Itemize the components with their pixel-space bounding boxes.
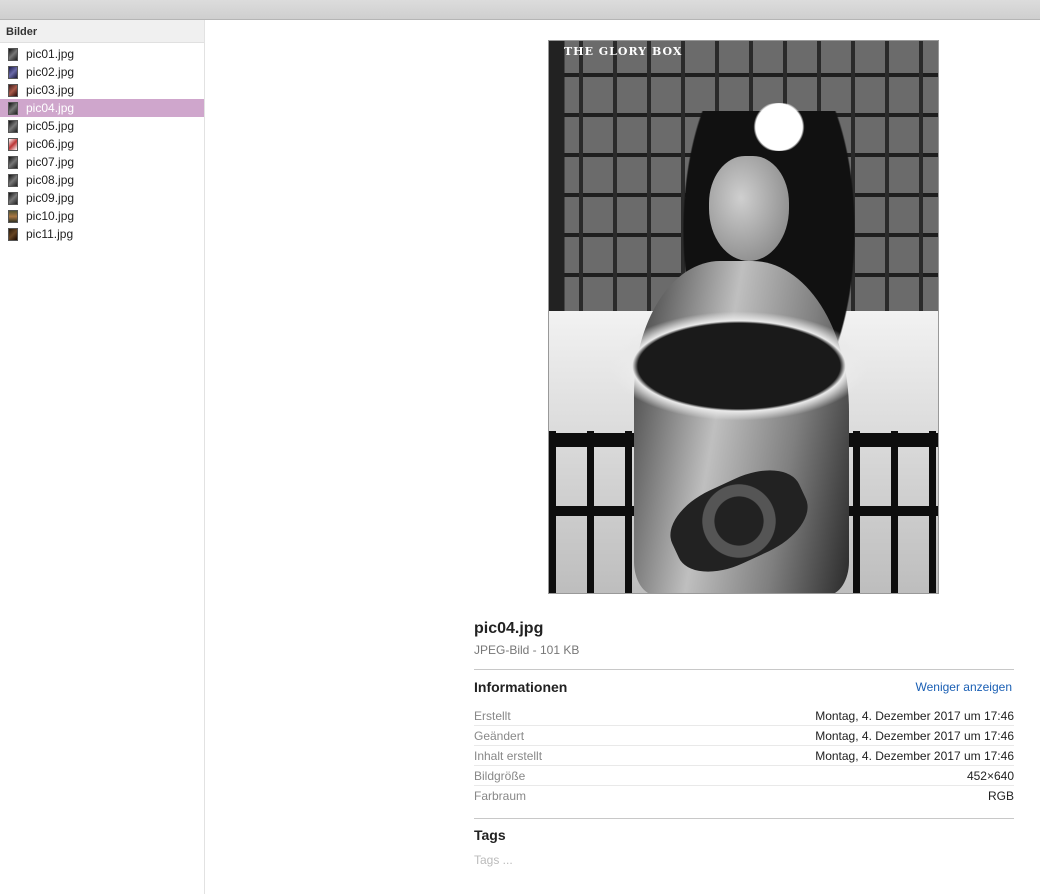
file-item[interactable]: pic08.jpg — [0, 171, 204, 189]
window-titlebar — [0, 0, 1040, 20]
image-thumbnail-icon — [8, 47, 18, 61]
photo-face — [709, 156, 789, 261]
info-rows: Erstellt Montag, 4. Dezember 2017 um 17:4… — [474, 706, 1014, 806]
info-row-value: Montag, 4. Dezember 2017 um 17:46 — [815, 748, 1014, 763]
info-section-header: Informationen Weniger anzeigen — [474, 670, 1014, 702]
info-row-key: Geändert — [474, 728, 525, 743]
file-item[interactable]: pic09.jpg — [0, 189, 204, 207]
file-item[interactable]: pic07.jpg — [0, 153, 204, 171]
file-name: pic07.jpg — [26, 155, 75, 169]
info-row-key: Bildgröße — [474, 768, 526, 783]
file-name: pic10.jpg — [26, 209, 75, 223]
file-item[interactable]: pic11.jpg — [0, 225, 204, 243]
tags-input[interactable] — [474, 851, 1014, 869]
info-row-key: Inhalt erstellt — [474, 748, 543, 763]
image-thumbnail-icon — [8, 173, 18, 187]
image-thumbnail-icon — [8, 83, 18, 97]
info-row-value: RGB — [987, 789, 1014, 803]
image-thumbnail-icon — [8, 191, 18, 205]
file-item-selected[interactable]: pic04.jpg — [0, 99, 204, 117]
info-row-value: 452×640 — [966, 768, 1014, 783]
info-row: Farbraum RGB — [474, 786, 1014, 806]
file-name: pic01.jpg — [26, 47, 75, 61]
image-thumbnail-icon — [8, 119, 18, 133]
photo-flower — [744, 103, 814, 151]
file-name: pic04.jpg — [26, 101, 75, 115]
tags-title: Tags — [474, 827, 506, 843]
sidebar-header: Bilder — [0, 20, 204, 43]
file-item[interactable]: pic10.jpg — [0, 207, 204, 225]
sidebar: Bilder pic01.jpg pic02.jpg pic03.jpg pic… — [0, 20, 205, 894]
info-panel: pic04.jpg JPEG-Bild - 101 KB Information… — [474, 620, 1014, 869]
info-row: Bildgröße 452×640 — [474, 766, 1014, 786]
file-item[interactable]: pic06.jpg — [0, 135, 204, 153]
file-title: pic04.jpg — [474, 620, 544, 637]
info-row: Erstellt Montag, 4. Dezember 2017 um 17:4… — [474, 706, 1014, 726]
info-row-key: Farbraum — [474, 789, 527, 803]
image-preview[interactable]: THE GLORY BOX — [548, 40, 939, 594]
file-name: pic03.jpg — [26, 83, 75, 97]
info-row-key: Erstellt — [474, 708, 511, 723]
image-thumbnail-icon — [8, 209, 18, 223]
image-thumbnail-icon — [8, 227, 18, 241]
photo-feathers — [609, 311, 869, 421]
show-less-link[interactable]: Weniger anzeigen — [915, 680, 1014, 694]
section-title: Informationen — [474, 679, 568, 695]
file-item[interactable]: pic05.jpg — [0, 117, 204, 135]
file-name: pic05.jpg — [26, 119, 75, 133]
image-thumbnail-icon — [8, 65, 18, 79]
info-row-value: Montag, 4. Dezember 2017 um 17:46 — [815, 708, 1014, 723]
file-item[interactable]: pic02.jpg — [0, 63, 204, 81]
file-item[interactable]: pic01.jpg — [0, 45, 204, 63]
file-list: pic01.jpg pic02.jpg pic03.jpg pic04.jpg … — [0, 43, 204, 243]
image-thumbnail-icon — [8, 137, 18, 151]
info-row: Inhalt erstellt Montag, 4. Dezember 2017 … — [474, 746, 1014, 766]
file-name: pic02.jpg — [26, 65, 75, 79]
file-name: pic11.jpg — [26, 227, 74, 241]
file-item[interactable]: pic03.jpg — [0, 81, 204, 99]
file-name: pic06.jpg — [26, 137, 75, 151]
info-row: Geändert Montag, 4. Dezember 2017 um 17:4… — [474, 726, 1014, 746]
file-name: pic08.jpg — [26, 173, 75, 187]
image-thumbnail-icon — [8, 101, 18, 115]
photo-caption: THE GLORY BOX — [564, 45, 683, 58]
info-row-value: Montag, 4. Dezember 2017 um 17:46 — [815, 728, 1014, 743]
divider — [474, 818, 1014, 819]
image-thumbnail-icon — [8, 155, 18, 169]
file-type-size: JPEG-Bild - 101 KB — [474, 643, 580, 657]
file-name: pic09.jpg — [26, 191, 75, 205]
